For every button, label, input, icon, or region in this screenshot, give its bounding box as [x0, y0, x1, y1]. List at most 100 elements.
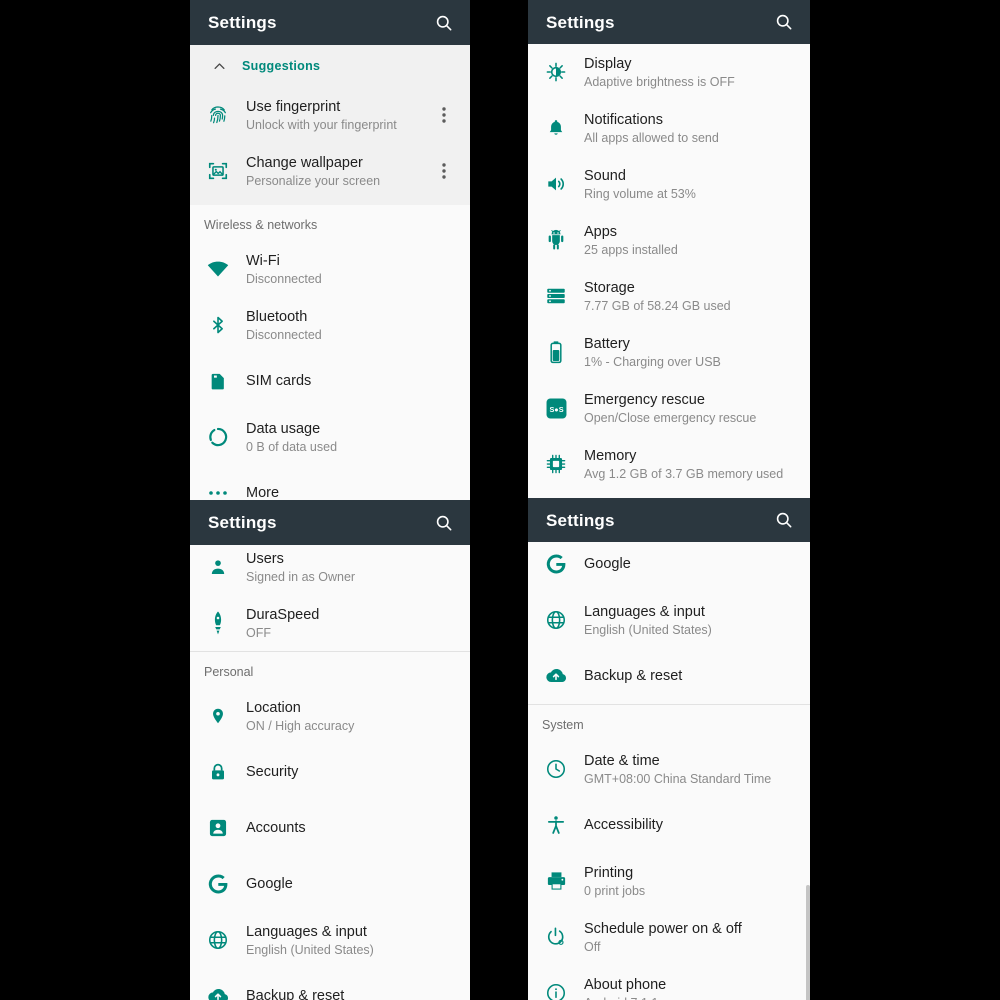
- list-item-title: Date & time: [584, 752, 660, 769]
- sidebar-item-notifications[interactable]: Notifications All apps allowed to send: [528, 100, 810, 156]
- bell-icon: [528, 117, 584, 139]
- more-vert-icon[interactable]: [428, 106, 460, 124]
- sidebar-item-wifi[interactable]: Wi-Fi Disconnected: [190, 241, 470, 297]
- app-bar: Settings: [190, 500, 470, 545]
- list-item-text: Emergency rescue Open/Close emergency re…: [584, 391, 800, 426]
- google-g-icon: [190, 872, 246, 896]
- sidebar-item-display[interactable]: Display Adaptive brightness is OFF: [528, 44, 810, 100]
- chevron-up-icon[interactable]: [196, 59, 242, 74]
- list-item-title: Data usage: [246, 420, 321, 437]
- sidebar-item-accessibility[interactable]: Accessibility: [528, 797, 810, 853]
- sidebar-item-bluetooth[interactable]: Bluetooth Disconnected: [190, 297, 470, 353]
- sidebar-item-google[interactable]: Google: [190, 856, 470, 912]
- duraspeed-icon: [190, 610, 246, 636]
- list-item-title: SIM cards: [246, 373, 312, 389]
- list-item-subtitle: Signed in as Owner: [246, 569, 356, 584]
- list-item-text: Languages & input English (United States…: [246, 923, 460, 958]
- list-item-title: Emergency rescue: [584, 391, 705, 408]
- sidebar-item-schedule-power[interactable]: Schedule power on & off Off: [528, 909, 810, 965]
- backup-cloud-icon: [190, 986, 246, 1000]
- brightness-icon: [528, 61, 584, 83]
- list-item-title: Schedule power on & off: [584, 920, 742, 937]
- list-item-title: Users: [246, 550, 284, 567]
- sidebar-item-duraspeed[interactable]: DuraSpeed OFF: [190, 595, 470, 651]
- sidebar-item-battery[interactable]: Battery 1% - Charging over USB: [528, 324, 810, 380]
- list-item-title: Languages & input: [246, 923, 367, 940]
- sidebar-item-memory[interactable]: Memory Avg 1.2 GB of 3.7 GB memory used: [528, 436, 810, 492]
- sidebar-item-languages-input[interactable]: Languages & input English (United States…: [528, 592, 810, 648]
- sidebar-item-location[interactable]: Location ON / High accuracy: [190, 688, 470, 744]
- settings-scroll-body[interactable]: Users Signed in as Owner DuraSpeed OFF P…: [190, 545, 470, 1000]
- sidebar-item-date-time[interactable]: Date & time GMT+08:00 China Standard Tim…: [528, 741, 810, 797]
- android-icon: [528, 229, 584, 251]
- section-header-wireless: Wireless & networks: [190, 205, 470, 241]
- sidebar-item-more[interactable]: More: [190, 465, 470, 500]
- sidebar-item-about-phone[interactable]: About phone Android 7.1.1: [528, 965, 810, 1000]
- bluetooth-icon: [190, 313, 246, 337]
- search-icon[interactable]: [774, 510, 794, 530]
- list-item-subtitle: Disconnected: [246, 327, 322, 342]
- list-item-subtitle: Ring volume at 53%: [584, 186, 696, 201]
- list-item-subtitle: Disconnected: [246, 271, 322, 286]
- sidebar-item-storage[interactable]: Storage 7.77 GB of 58.24 GB used: [528, 268, 810, 324]
- suggestions-section: Suggestions Use fingerprint Unlock with …: [190, 45, 470, 205]
- sidebar-item-sim-cards[interactable]: SIM cards: [190, 353, 470, 409]
- sidebar-item-users[interactable]: Users Signed in as Owner: [190, 545, 470, 595]
- list-item-title: Languages & input: [584, 603, 705, 620]
- sidebar-item-backup-reset[interactable]: Backup & reset: [190, 968, 470, 1000]
- sidebar-item-data-usage[interactable]: Data usage 0 B of data used: [190, 409, 470, 465]
- list-item-text: Languages & input English (United States…: [584, 603, 800, 638]
- search-icon[interactable]: [774, 12, 794, 32]
- list-item-title: Memory: [584, 447, 637, 464]
- sidebar-item-security[interactable]: Security: [190, 744, 470, 800]
- list-item-subtitle: English (United States): [584, 622, 712, 637]
- app-bar: Settings: [528, 0, 810, 44]
- list-item-subtitle: Personalize your screen: [246, 173, 381, 188]
- battery-icon: [528, 340, 584, 364]
- scrollbar-thumb[interactable]: [806, 885, 810, 1000]
- sidebar-item-google[interactable]: Google: [528, 542, 810, 592]
- search-icon[interactable]: [434, 513, 454, 533]
- list-item-subtitle: Android 7.1.1: [584, 995, 800, 1000]
- list-item-text: Use fingerprint Unlock with your fingerp…: [246, 98, 428, 133]
- account-box-icon: [190, 817, 246, 839]
- search-icon[interactable]: [434, 13, 454, 33]
- suggestions-header[interactable]: Suggestions: [190, 45, 470, 87]
- settings-scroll-body[interactable]: Display Adaptive brightness is OFF Notif…: [528, 44, 810, 498]
- list-item[interactable]: Change wallpaper Personalize your screen: [190, 143, 470, 199]
- wifi-icon: [190, 257, 246, 281]
- power-icon: [528, 926, 584, 948]
- list-item-text: Bluetooth Disconnected: [246, 308, 460, 343]
- page-title: Settings: [546, 12, 615, 32]
- backup-cloud-icon: [528, 666, 584, 686]
- list-item-text: Security: [246, 763, 460, 781]
- suggestions-label: Suggestions: [242, 59, 321, 73]
- list-item-subtitle: 0 B of data used: [246, 439, 338, 454]
- sidebar-item-sound[interactable]: Sound Ring volume at 53%: [528, 156, 810, 212]
- fingerprint-icon: [190, 103, 246, 127]
- sidebar-item-emergency-rescue[interactable]: S●S Emergency rescue Open/Close emergenc…: [528, 380, 810, 436]
- list-item-text: Schedule power on & off Off: [584, 920, 800, 955]
- sidebar-item-accounts[interactable]: Accounts: [190, 800, 470, 856]
- sidebar-item-backup-reset[interactable]: Backup & reset: [528, 648, 810, 704]
- sim-card-icon: [190, 369, 246, 393]
- more-vert-icon[interactable]: [428, 162, 460, 180]
- list-item-title: Google: [246, 876, 293, 892]
- globe-icon: [528, 609, 584, 631]
- list-item-subtitle: Unlock with your fingerprint: [246, 117, 397, 132]
- list-item[interactable]: Use fingerprint Unlock with your fingerp…: [190, 87, 470, 143]
- list-item-text: Date & time GMT+08:00 China Standard Tim…: [584, 752, 800, 787]
- list-item-title: Apps: [584, 223, 618, 240]
- list-item-text: Display Adaptive brightness is OFF: [584, 55, 800, 90]
- settings-scroll-body[interactable]: Google Languages & input English (United…: [528, 542, 810, 1000]
- list-item-subtitle: Off: [584, 939, 601, 954]
- sidebar-item-languages-input[interactable]: Languages & input English (United States…: [190, 912, 470, 968]
- sidebar-item-apps[interactable]: Apps 25 apps installed: [528, 212, 810, 268]
- settings-scroll-body[interactable]: Suggestions Use fingerprint Unlock with …: [190, 45, 470, 500]
- sidebar-item-printing[interactable]: Printing 0 print jobs: [528, 853, 810, 909]
- list-item-subtitle: 7.77 GB of 58.24 GB used: [584, 298, 731, 313]
- list-item-text: DuraSpeed OFF: [246, 606, 460, 641]
- screenshot-stage: Settings Suggestions Use fingerprint Unl…: [0, 0, 1000, 1000]
- list-item-title: Change wallpaper: [246, 154, 363, 171]
- list-item-title: DuraSpeed: [246, 606, 320, 623]
